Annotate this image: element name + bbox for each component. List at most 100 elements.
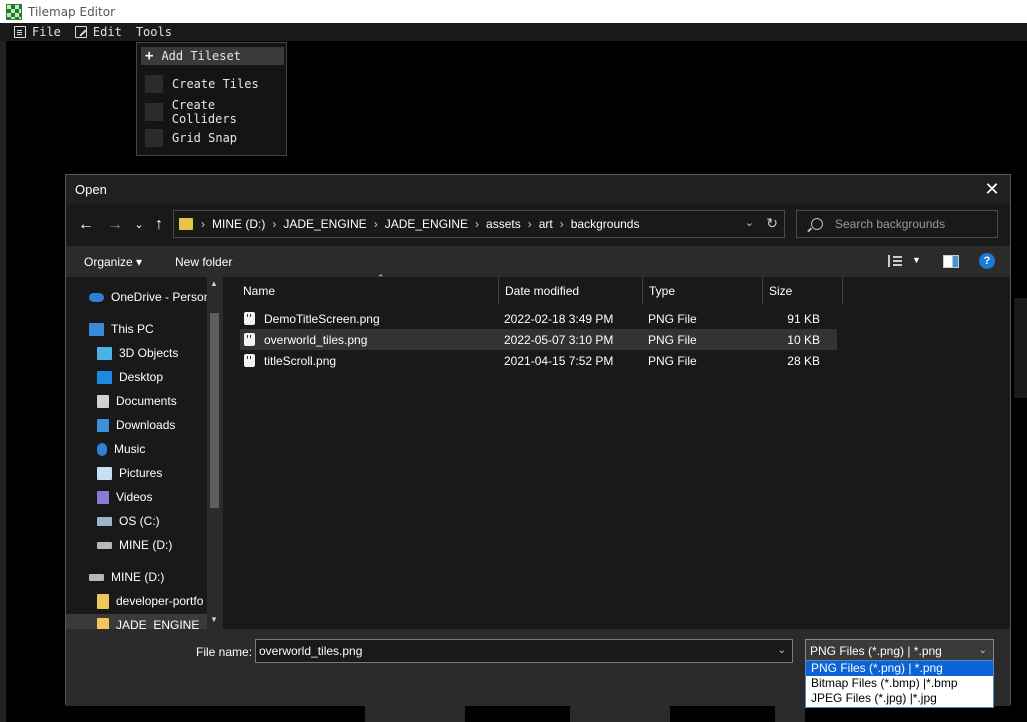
file-name: titleScroll.png	[264, 354, 337, 368]
editor-left-panel	[0, 41, 6, 722]
view-options-icon[interactable]	[888, 255, 902, 267]
file-row-selected[interactable]: overworld_tiles.png 2022-05-07 3:10 PM P…	[240, 329, 837, 350]
close-icon[interactable]: ✕	[982, 179, 1002, 199]
breadcrumb-mine-d[interactable]: MINE (D:)	[212, 217, 265, 231]
refresh-icon[interactable]: ↻	[766, 215, 778, 232]
scrollbar-thumb[interactable]	[210, 313, 219, 508]
breadcrumb-backgrounds[interactable]: backgrounds	[571, 217, 640, 231]
editor-tile-strip	[570, 706, 670, 722]
column-header-label: Name	[243, 284, 276, 298]
menu-tools-label: Tools	[135, 25, 172, 39]
nav-item-videos[interactable]: Videos	[97, 486, 152, 508]
column-header-name[interactable]: ⌃ Name	[237, 273, 499, 305]
help-icon[interactable]: ?	[979, 253, 995, 269]
computer-icon	[89, 322, 104, 336]
nav-item-documents[interactable]: Documents	[97, 390, 177, 412]
column-header-date[interactable]: Date modified	[499, 277, 643, 305]
breadcrumb-assets[interactable]: assets	[486, 217, 521, 231]
nav-item-label: JADE_ENGINE	[116, 618, 200, 629]
chevron-down-icon[interactable]: ⌄	[979, 645, 987, 656]
nav-item-developer-portfolio[interactable]: developer-portfo	[97, 590, 203, 612]
open-file-dialog: Open ✕ ← → ⌄ ↑ › MINE (D:) › JADE_ENGINE…	[65, 174, 1011, 706]
file-row[interactable]: titleScroll.png 2021-04-15 7:52 PM PNG F…	[240, 350, 837, 371]
drive-d-icon	[97, 541, 112, 549]
dialog-title-bar: Open ✕	[66, 175, 1010, 204]
menu-create-colliders-label: Create Colliders	[171, 98, 237, 126]
file-row[interactable]: DemoTitleScreen.png 2022-02-18 3:49 PM P…	[240, 308, 837, 329]
nav-item-label: Pictures	[119, 466, 163, 480]
chevron-down-icon[interactable]: ⌄	[778, 645, 786, 656]
menu-create-tiles[interactable]: Create Tiles	[141, 75, 259, 93]
breadcrumb-jade-engine-2[interactable]: JADE_ENGINE	[385, 217, 468, 231]
search-box[interactable]: Search backgrounds	[796, 210, 998, 238]
nav-item-3d-objects[interactable]: 3D Objects	[97, 342, 178, 364]
column-header-type[interactable]: Type	[643, 277, 763, 305]
organize-button[interactable]: Organize ▾	[84, 255, 142, 269]
nav-item-pictures[interactable]: Pictures	[97, 462, 162, 484]
menu-grid-snap[interactable]: Grid Snap	[141, 129, 237, 147]
nav-item-label: Documents	[116, 394, 177, 408]
create-colliders-checkbox[interactable]	[145, 103, 163, 121]
tools-dropdown-menu: + Add Tileset Create Tiles Create Collid…	[136, 42, 287, 156]
file-size: 91 KB	[787, 312, 820, 326]
scroll-down-arrow-icon[interactable]: ▼	[210, 615, 218, 624]
download-icon	[97, 418, 109, 432]
breadcrumb-jade-engine[interactable]: JADE_ENGINE	[283, 217, 366, 231]
editor-tile-strip	[775, 706, 805, 722]
file-name-label: File name:	[196, 645, 253, 659]
nav-pane-scrollbar[interactable]: ▲ ▼	[207, 277, 222, 629]
menu-tools[interactable]: Tools	[130, 23, 178, 41]
nav-item-os-c[interactable]: OS (C:)	[97, 510, 160, 532]
grid-snap-checkbox[interactable]	[145, 129, 163, 147]
new-folder-button[interactable]: New folder	[175, 255, 232, 269]
column-header-size[interactable]: Size	[763, 277, 843, 305]
create-tiles-checkbox[interactable]	[145, 75, 163, 93]
file-type-option-jpg[interactable]: JPEG Files (*.jpg) |*.jpg	[806, 691, 993, 706]
file-name: DemoTitleScreen.png	[264, 312, 380, 326]
pictures-icon	[97, 466, 112, 480]
nav-item-mine-d[interactable]: MINE (D:)	[97, 534, 172, 556]
file-type-option-png[interactable]: PNG Files (*.png) | *.png	[806, 661, 993, 676]
nav-item-onedrive[interactable]: OneDrive - Person	[89, 286, 210, 308]
file-name-input-value: overworld_tiles.png	[259, 644, 363, 658]
recent-locations-chevron-icon[interactable]: ⌄	[130, 216, 148, 234]
app-logo-icon	[6, 3, 22, 20]
file-type-option-bmp[interactable]: Bitmap Files (*.bmp) |*.bmp	[806, 676, 993, 691]
nav-item-this-pc[interactable]: This PC	[89, 318, 154, 340]
nav-item-label: Music	[114, 442, 146, 456]
forward-arrow-icon[interactable]: →	[106, 216, 124, 234]
menu-add-tileset[interactable]: + Add Tileset	[141, 47, 284, 65]
nav-item-mine-d-root[interactable]: MINE (D:)	[89, 566, 164, 588]
menu-create-colliders[interactable]: Create Colliders	[141, 98, 286, 126]
address-bar[interactable]: › MINE (D:) › JADE_ENGINE › JADE_ENGINE …	[173, 210, 785, 238]
menu-edit[interactable]: Edit	[69, 23, 128, 41]
breadcrumb-separator: ›	[272, 217, 277, 231]
nav-item-label: Videos	[116, 490, 153, 504]
nav-item-label: Downloads	[116, 418, 176, 432]
menu-file[interactable]: File	[8, 23, 67, 41]
drive-c-icon	[97, 516, 112, 526]
up-arrow-icon[interactable]: ↑	[150, 216, 168, 234]
back-arrow-icon[interactable]: ←	[77, 216, 95, 234]
nav-item-downloads[interactable]: Downloads	[97, 414, 175, 436]
file-date: 2022-02-18 3:49 PM	[504, 312, 614, 326]
breadcrumb-art[interactable]: art	[539, 217, 553, 231]
scroll-up-arrow-icon[interactable]: ▲	[210, 279, 218, 288]
file-type: PNG File	[648, 333, 697, 347]
nav-item-label: 3D Objects	[119, 346, 179, 360]
search-icon	[811, 218, 823, 230]
nav-item-desktop[interactable]: Desktop	[97, 366, 163, 388]
dialog-toolbar: Organize ▾ New folder ▼ ?	[66, 246, 1010, 277]
view-dropdown-chevron-icon[interactable]: ▼	[912, 255, 921, 265]
app-title: Tilemap Editor	[28, 4, 115, 19]
app-window: Tilemap Editor File Edit Tools + Add Til…	[0, 0, 1027, 722]
music-icon	[97, 442, 107, 456]
nav-item-music[interactable]: Music	[97, 438, 145, 460]
preview-pane-icon[interactable]	[943, 255, 959, 268]
nav-item-jade-engine[interactable]: JADE_ENGINE	[66, 614, 207, 629]
nav-item-label: MINE (D:)	[111, 570, 165, 584]
file-name-input[interactable]: overworld_tiles.png ⌄	[255, 639, 793, 663]
address-dropdown-chevron-icon[interactable]: ⌄	[745, 216, 754, 229]
file-date: 2022-05-07 3:10 PM	[504, 333, 614, 347]
png-file-icon	[244, 312, 255, 325]
